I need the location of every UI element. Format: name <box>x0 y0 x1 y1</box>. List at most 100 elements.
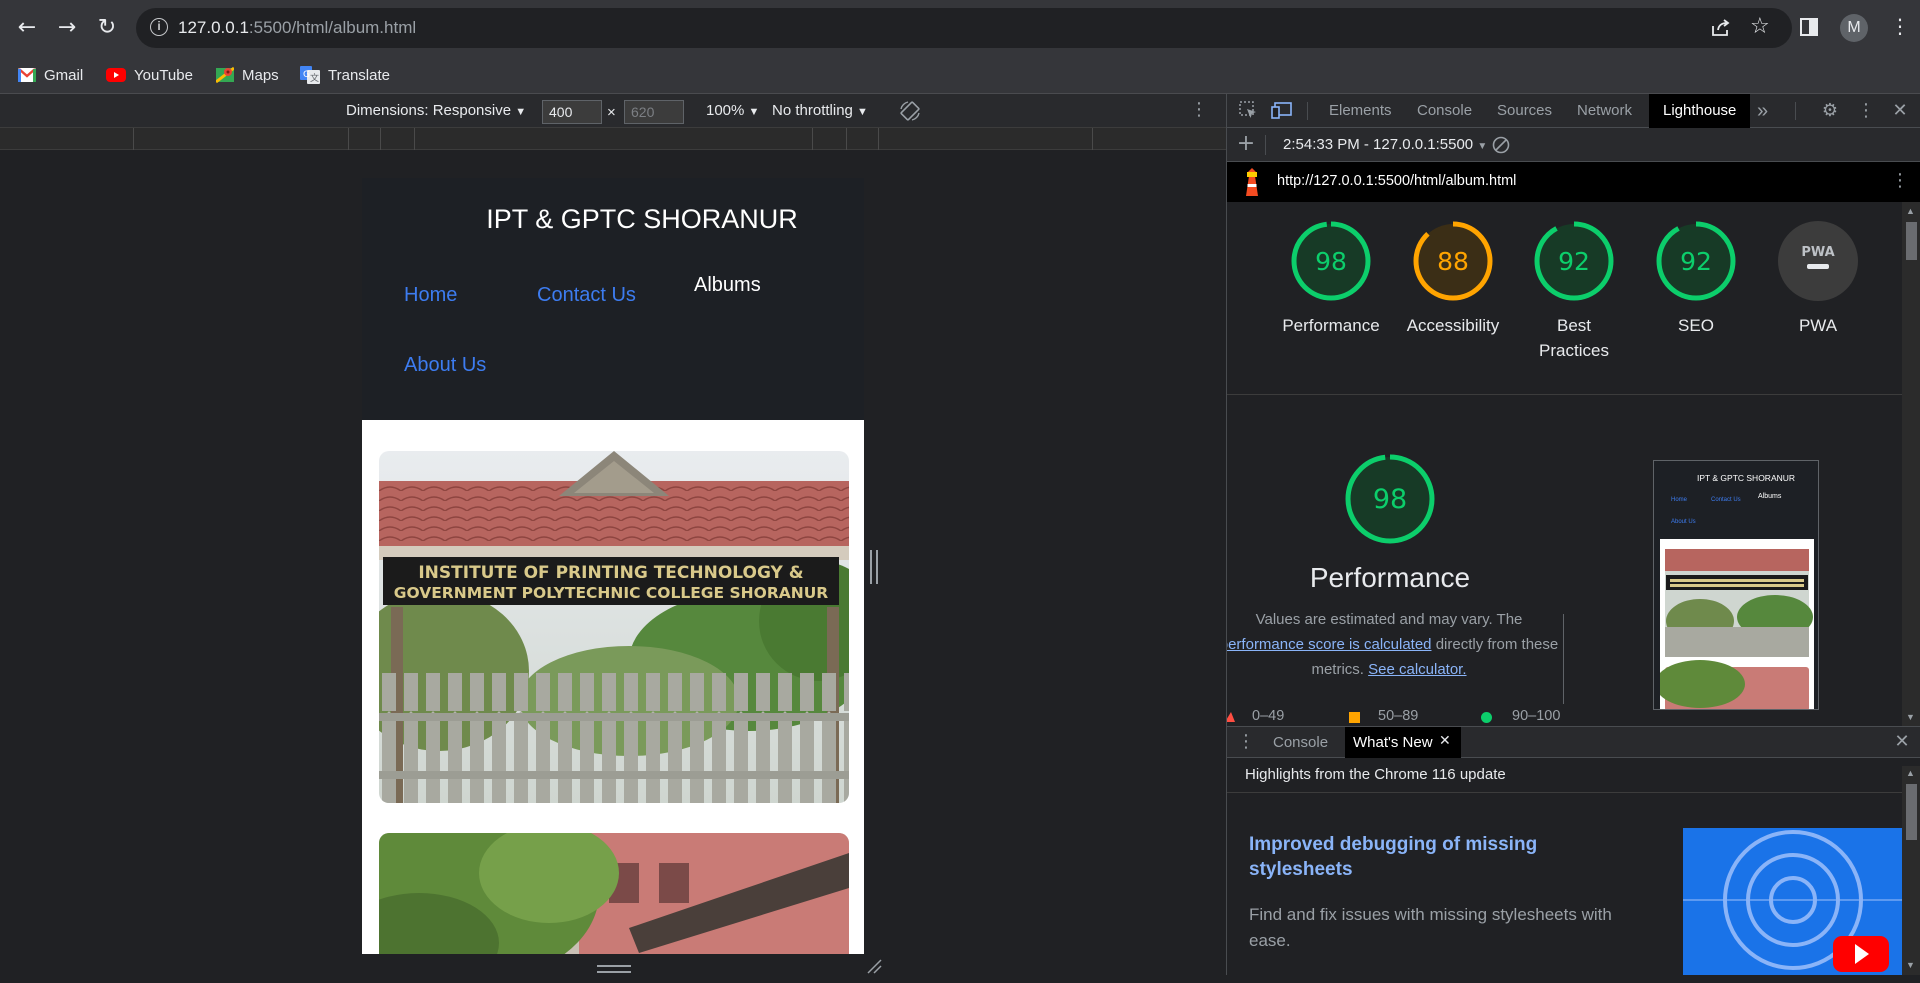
ruler-tick <box>380 128 381 150</box>
gauge-label: Performance <box>1282 316 1380 335</box>
nav-about-link[interactable]: About Us <box>404 354 486 377</box>
resize-corner-icon[interactable] <box>866 958 884 976</box>
nav-contact-link[interactable]: Contact Us <box>537 284 636 307</box>
gauge-accessibility[interactable]: 88 Accessibility <box>1392 220 1514 338</box>
gauge-performance[interactable]: 98 Performance <box>1270 220 1392 338</box>
bookmark-label: Gmail <box>44 66 84 84</box>
bookmark-maps[interactable]: Maps <box>216 64 279 86</box>
height-input[interactable]: 620 <box>624 100 684 124</box>
inspect-element-icon[interactable] <box>1237 100 1259 122</box>
site-info-icon[interactable]: i <box>150 18 168 36</box>
drawer-tab-label: What's New <box>1353 734 1433 751</box>
bookmarks-bar: Gmail YouTube Maps G文 Translate <box>0 56 1920 94</box>
bookmark-star-icon[interactable]: ☆ <box>1750 14 1770 39</box>
scrollbar-thumb[interactable] <box>1906 784 1917 840</box>
album-photo-college-building <box>379 833 849 954</box>
devtools-tab-bar: Elements Console Sources Network Lightho… <box>1227 94 1920 128</box>
tab-sources[interactable]: Sources <box>1497 94 1552 128</box>
lighthouse-logo-icon <box>1241 168 1263 201</box>
device-toggle-icon[interactable] <box>1271 100 1293 122</box>
close-whats-new-icon[interactable]: ✕ <box>1439 733 1451 749</box>
browser-menu-icon[interactable]: ⋮ <box>1890 14 1910 38</box>
ruler-tick <box>348 128 349 150</box>
svg-text:文: 文 <box>310 72 319 84</box>
scroll-up-icon[interactable]: ▲ <box>1906 206 1915 216</box>
bookmark-translate[interactable]: G文 Translate <box>300 64 390 86</box>
side-panel-icon[interactable] <box>1800 18 1818 36</box>
report-menu-icon[interactable]: ⋮ <box>1891 170 1909 191</box>
tab-network[interactable]: Network <box>1577 94 1632 128</box>
share-icon[interactable] <box>1710 18 1732 43</box>
nav-albums-link[interactable]: Albums <box>694 274 761 297</box>
bookmark-gmail[interactable]: Gmail <box>18 64 83 86</box>
profile-avatar[interactable]: M <box>1840 14 1868 42</box>
lighthouse-report[interactable]: 98 Performance 88 Accessibility 92 Best … <box>1227 202 1902 726</box>
resize-handle-right[interactable] <box>870 550 878 584</box>
score-value: 92 <box>1558 247 1590 276</box>
score-calculated-link[interactable]: performance score is calculated <box>1227 636 1432 653</box>
report-selector[interactable]: 2:54:33 PM - 127.0.0.1:5500 ▼ <box>1283 136 1487 153</box>
device-toolbar-menu-icon[interactable]: ⋮ <box>1190 99 1208 120</box>
gauge-best-practices[interactable]: 92 Best Practices <box>1513 220 1635 363</box>
caret-down-icon: ▼ <box>515 106 527 118</box>
whats-new-video-thumbnail[interactable] <box>1683 828 1902 975</box>
report-scrollbar[interactable]: ▲ ▼ <box>1902 202 1920 726</box>
bookmark-youtube[interactable]: YouTube <box>106 64 193 86</box>
score-ring: 92 <box>1656 221 1736 301</box>
whats-new-highlights: Highlights from the Chrome 116 update <box>1245 766 1506 783</box>
devtools-panel: Elements Console Sources Network Lightho… <box>1226 94 1920 975</box>
gauge-seo[interactable]: 92 SEO <box>1635 220 1757 338</box>
svg-text:G: G <box>303 70 310 80</box>
more-tabs-icon[interactable]: » <box>1757 94 1768 128</box>
scroll-down-icon[interactable]: ▼ <box>1906 712 1915 722</box>
close-devtools-icon[interactable]: ✕ <box>1889 100 1911 122</box>
address-bar[interactable]: i 127.0.0.1:5500/html/album.html ☆ <box>136 8 1792 48</box>
forward-icon[interactable]: → <box>50 10 84 44</box>
tab-lighthouse[interactable]: Lighthouse <box>1649 94 1751 128</box>
gauge-pwa[interactable]: PWA PWA <box>1757 220 1879 338</box>
scroll-up-icon[interactable]: ▲ <box>1906 768 1915 778</box>
ruler-tick <box>878 128 879 150</box>
caret-down-icon: ▼ <box>748 106 760 118</box>
whats-new-heading[interactable]: Improved debugging of missing stylesheet… <box>1249 832 1569 882</box>
toolbar-divider <box>1265 135 1266 155</box>
tab-console[interactable]: Console <box>1417 94 1472 128</box>
throttling-dropdown[interactable]: No throttling ▼ <box>772 102 868 119</box>
dimensions-dropdown[interactable]: Dimensions: Responsive ▼ <box>346 102 526 119</box>
devtools-menu-icon[interactable]: ⋮ <box>1855 100 1877 122</box>
final-screenshot-thumbnail[interactable]: IPT & GPTC SHORANUR Home Contact Us Albu… <box>1653 460 1819 710</box>
emulated-page[interactable]: IPT & GPTC SHORANUR Home Contact Us Albu… <box>362 178 864 954</box>
detail-divider <box>1563 614 1564 704</box>
media-query-bar[interactable] <box>0 128 1226 150</box>
thumb-title: IPT & GPTC SHORANUR <box>1696 473 1796 483</box>
sign-text-line2: GOVERNMENT POLYTECHNIC COLLEGE SHORANUR <box>394 584 829 602</box>
drawer-scrollbar[interactable]: ▲ ▼ <box>1902 766 1920 975</box>
back-icon[interactable]: ← <box>10 10 44 44</box>
zoom-dropdown[interactable]: 100% ▼ <box>706 102 759 119</box>
resize-handle-bottom[interactable] <box>597 965 631 973</box>
width-input[interactable]: 400 <box>542 100 602 124</box>
settings-gear-icon[interactable]: ⚙ <box>1819 100 1841 122</box>
tab-divider <box>1795 102 1796 120</box>
close-drawer-icon[interactable]: ✕ <box>1891 731 1913 753</box>
section-divider <box>1227 394 1902 395</box>
clear-reports-icon[interactable] <box>1491 135 1511 160</box>
caret-down-icon: ▼ <box>1477 141 1488 152</box>
scrollbar-thumb[interactable] <box>1906 222 1917 260</box>
site-header: IPT & GPTC SHORANUR Home Contact Us Albu… <box>362 178 864 420</box>
performance-score-text: 98 <box>1373 484 1407 515</box>
url-host: 127.0.0.1 <box>178 18 249 37</box>
tab-elements[interactable]: Elements <box>1329 94 1392 128</box>
nav-home-link[interactable]: Home <box>404 284 457 307</box>
drawer-menu-icon[interactable]: ⋮ <box>1235 731 1257 753</box>
pwa-badge-text: PWA <box>1801 245 1834 260</box>
see-calculator-link[interactable]: See calculator. <box>1368 661 1466 678</box>
reload-icon[interactable]: ↻ <box>90 10 124 44</box>
whats-new-body: Find and fix issues with missing stylesh… <box>1249 905 1612 950</box>
ruler-tick <box>133 128 134 150</box>
scroll-down-icon[interactable]: ▼ <box>1906 960 1915 970</box>
new-report-plus-icon[interactable]: + <box>1235 133 1257 155</box>
drawer-tab-console[interactable]: Console <box>1273 727 1328 758</box>
gauge-label: Accessibility <box>1406 316 1500 335</box>
rotate-icon[interactable] <box>898 99 922 128</box>
